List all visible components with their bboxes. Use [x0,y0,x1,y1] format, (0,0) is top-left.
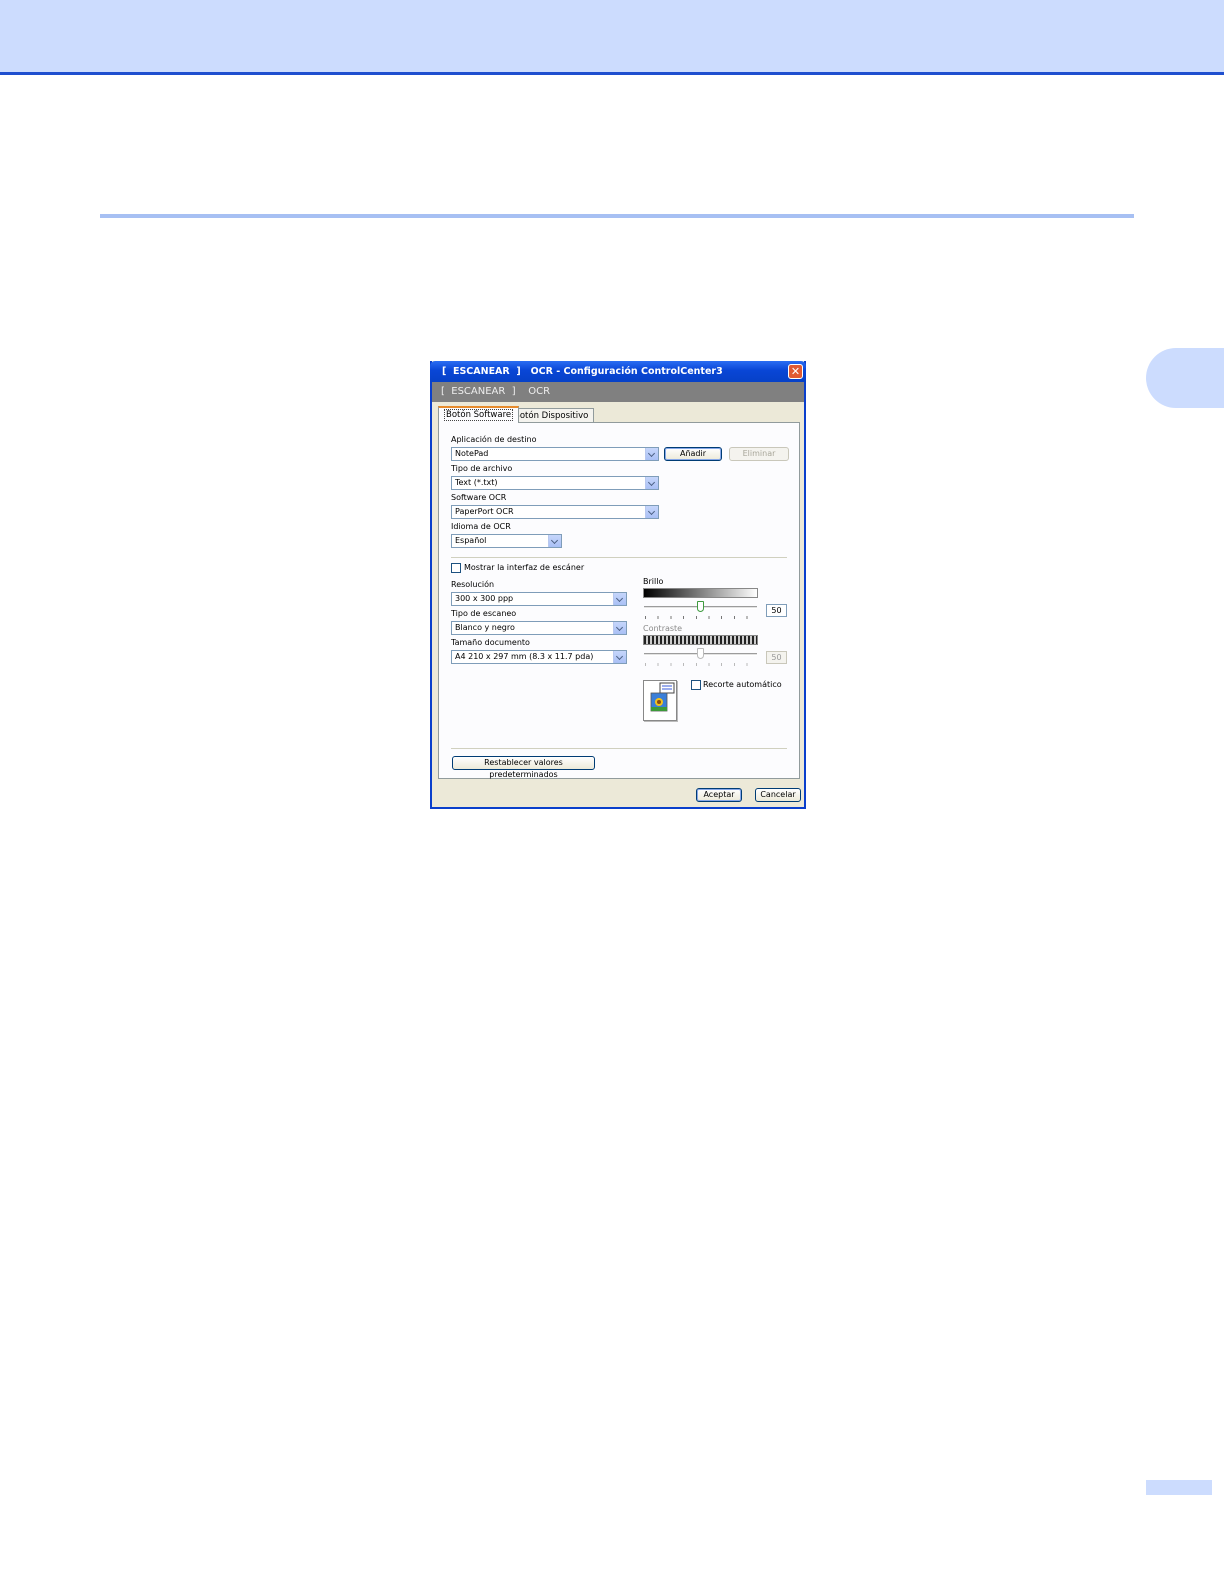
file-type-label: Tipo de archivo [451,464,513,473]
resolution-select[interactable]: 300 x 300 ppp [451,592,627,606]
brightness-gradient [643,588,758,598]
tab-panel-software: Aplicación de destino NotePad Añadir Eli… [438,422,800,779]
chevron-down-icon [613,651,626,663]
target-app-value: NotePad [455,449,489,458]
contrast-gradient [643,635,758,645]
chevron-down-icon [645,448,658,460]
restore-defaults-button[interactable]: Restablecer valores predeterminados [452,756,595,779]
close-icon: ✕ [790,365,801,378]
scan-type-value: Blanco y negro [455,623,515,632]
file-type-select[interactable]: Text (*.txt) [451,476,659,490]
ocr-language-select[interactable]: Español [451,534,562,548]
doc-size-value: A4 210 x 297 mm (8.3 x 11.7 pda) [455,652,594,661]
resolution-value: 300 x 300 ppp [455,594,514,603]
auto-crop-preview-icon [643,680,677,721]
brightness-label: Brillo [643,577,664,586]
resolution-label: Resolución [451,580,495,589]
scan-type-label: Tipo de escaneo [451,609,517,618]
title-bar[interactable]: [ ESCANEAR ] OCR - Configuración Control… [430,361,806,382]
scan-type-select[interactable]: Blanco y negro [451,621,627,635]
brightness-slider-thumb[interactable] [697,601,704,612]
contrast-label: Contraste [643,624,683,633]
doc-size-label: Tamaño documento [451,638,530,647]
target-app-select[interactable]: NotePad [451,447,659,461]
contrast-ticks [645,663,758,666]
window-title: [ ESCANEAR ] OCR - Configuración Control… [442,366,723,377]
section-rule [100,214,1134,218]
tab-software-label: Botón Software [444,409,514,421]
ocr-software-select[interactable]: PaperPort OCR [451,505,659,519]
contrast-slider-thumb[interactable] [697,648,704,659]
ocr-settings-dialog: [ ESCANEAR ] OCR - Configuración Control… [430,361,806,809]
page-number-box [1146,1480,1212,1495]
show-scanner-interface-label: Mostrar la interfaz de escáner [464,563,585,572]
ocr-language-label: Idioma de OCR [451,522,511,531]
file-type-value: Text (*.txt) [455,478,498,487]
chevron-down-icon [548,535,561,547]
chevron-down-icon [645,477,658,489]
auto-crop-checkbox[interactable] [691,680,701,690]
tab-device-label: Botón Dispositivo [514,411,589,421]
separator-bottom [451,748,787,749]
chevron-down-icon [645,506,658,518]
close-button[interactable]: ✕ [788,364,803,379]
tab-software-button[interactable]: Botón Software [438,406,520,423]
brightness-value-box[interactable]: 50 [766,604,787,617]
separator-top [451,557,787,558]
ok-button[interactable]: Aceptar [696,788,742,802]
page-header-band [0,0,1224,75]
cancel-button[interactable]: Cancelar [755,788,801,802]
show-scanner-interface-checkbox[interactable] [451,563,461,573]
doc-size-select[interactable]: A4 210 x 297 mm (8.3 x 11.7 pda) [451,650,627,664]
add-button[interactable]: Añadir [664,447,722,461]
chapter-side-tab [1146,348,1224,408]
banner-text: [ ESCANEAR ] OCR [441,386,551,397]
ocr-software-label: Software OCR [451,493,507,502]
chevron-down-icon [613,622,626,634]
brightness-ticks [645,616,758,619]
tab-device-button[interactable]: Botón Dispositivo [508,408,595,423]
delete-button[interactable]: Eliminar [729,447,789,461]
chevron-down-icon [613,593,626,605]
section-banner: [ ESCANEAR ] OCR [432,382,804,402]
document-image-icon [650,682,675,712]
target-app-label: Aplicación de destino [451,435,537,444]
auto-crop-label: Recorte automático [703,680,782,689]
ocr-language-value: Español [455,536,487,545]
ocr-software-value: PaperPort OCR [455,507,514,516]
contrast-value-box[interactable]: 50 [766,651,787,664]
